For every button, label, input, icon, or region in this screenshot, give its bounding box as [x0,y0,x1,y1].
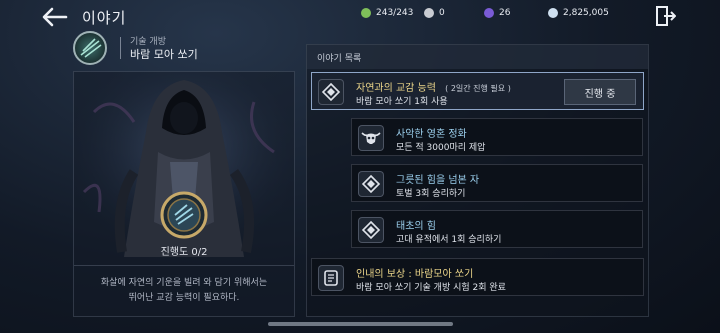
duration-note: ( 2일간 진행 필요 ) [445,84,511,93]
stamina-value: 243/243 [376,8,414,18]
resource-crystal: 2,825,005 [548,8,609,18]
task-title: 태초의 힘 [396,221,436,232]
description-line-1: 화살에 자연의 기운을 빌려 와 담기 위해서는 [100,278,268,288]
diamond-icon [318,79,344,105]
reward-title: 인내의 보상 : 바람모아 쏘기 [356,269,474,280]
main-story-subtitle: 바람 모아 쏘기 1회 사용 [356,97,448,107]
task-subtitle: 고대 유적에서 1회 승리하기 [396,235,502,245]
diamond-icon [358,171,384,197]
exit-icon[interactable] [656,6,676,26]
progress-medal-icon [159,190,209,240]
task-card[interactable]: 사악한 영혼 정화 모든 적 3000마리 제압 [351,118,643,156]
reward-subtitle: 바람 모아 쏘기 기술 개방 시험 2회 완료 [356,283,506,293]
main-story-title-text: 자연과의 교감 능력 [356,83,436,94]
home-indicator[interactable] [268,322,453,326]
wind-skill-icon [73,31,107,65]
silver-coin-icon [424,8,434,18]
skull-horns-icon [358,125,384,151]
list-header: 이야기 목록 [307,45,648,69]
diamond-icon [358,217,384,243]
crystal-coin-icon [548,8,558,18]
purple-gem-icon [484,8,494,18]
crystal-value: 2,825,005 [563,8,609,18]
in-progress-button[interactable]: 진행 중 [564,79,636,105]
task-card[interactable]: 그릇된 힘을 넘본 자 토벌 3회 승리하기 [351,164,643,202]
resource-gem: 26 [484,8,510,18]
main-story-card[interactable]: 자연과의 교감 능력 ( 2일간 진행 필요 ) 바람 모아 쏘기 1회 사용 … [311,72,644,110]
divider [120,37,121,59]
gem-value: 26 [499,8,511,18]
task-subtitle: 토벌 3회 승리하기 [396,189,466,199]
description-line-2: 뛰어난 교감 능력이 필요하다. [128,293,240,303]
task-card[interactable]: 태초의 힘 고대 유적에서 1회 승리하기 [351,210,643,248]
main-story-title: 자연과의 교감 능력 ( 2일간 진행 필요 ) [356,79,511,94]
divider [74,265,294,266]
silver-value: 0 [439,8,445,18]
resource-silver: 0 [424,8,445,18]
progress-text: 진행도 0/2 [160,247,208,258]
task-subtitle: 모든 적 3000마리 제압 [396,143,486,153]
stamina-icon [361,8,371,18]
reward-card[interactable]: 인내의 보상 : 바람모아 쏘기 바람 모아 쏘기 기술 개방 시험 2회 완료 [311,258,644,296]
list-title: 이야기 목록 [317,54,362,64]
task-title: 그릇된 힘을 넘본 자 [396,175,480,186]
task-title: 사악한 영혼 정화 [396,129,467,140]
skill-name: 바람 모아 쏘기 [130,48,198,61]
top-bar: 이야기 243/243 0 26 2,825,005 [0,0,720,34]
scroll-icon [318,265,344,291]
page-title: 이야기 [82,9,127,27]
resource-stamina: 243/243 [361,8,413,18]
back-arrow-icon[interactable] [40,6,68,28]
story-list-panel: 이야기 목록 자연과의 교감 능력 ( 2일간 진행 필요 ) 바람 모아 쏘기… [306,44,649,317]
story-detail-panel: 진행도 0/2 화살에 자연의 기운을 빌려 와 담기 위해서는 뛰어난 교감 … [73,71,295,317]
